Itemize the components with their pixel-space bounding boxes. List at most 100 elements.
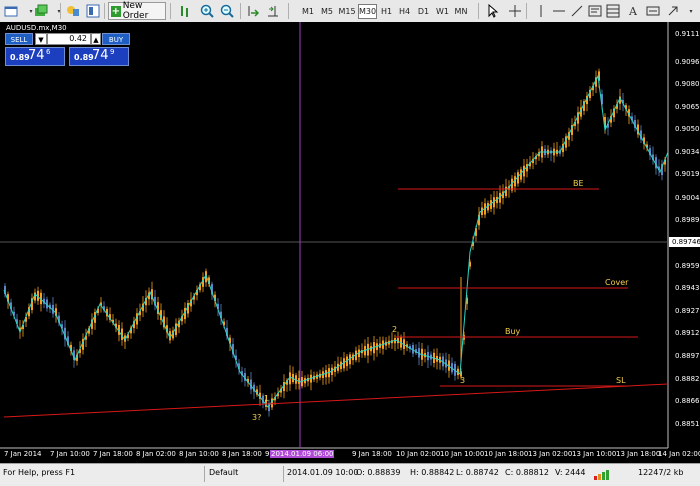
price-label: 0.90960 (675, 58, 700, 66)
profiles-icon[interactable] (32, 2, 50, 20)
support-trendline (3, 383, 669, 418)
price-label: 0.90040 (675, 194, 700, 202)
one-click-trading-panel: SELL ▼ 0.42 ▲ BUY 0.89 74 6 0.89 74 9 (5, 33, 130, 66)
price-label: 0.90195 (675, 170, 700, 178)
timeframe-h1[interactable]: H1 (378, 4, 395, 19)
wave-label-2: 2 (392, 325, 398, 334)
time-label: 9 Jan 18:00 (352, 450, 392, 458)
vertical-line-icon[interactable] (532, 2, 550, 20)
text-label-icon[interactable]: A (624, 2, 642, 20)
price-label: 0.89430 (675, 284, 700, 292)
timeframe-w1[interactable]: W1 (434, 4, 451, 19)
wave-label-3q: 3? (252, 413, 262, 422)
plus-icon: + (111, 5, 121, 17)
candlestick-chart[interactable] (0, 22, 700, 463)
toolbar-dropdown-icon[interactable]: ▾ (682, 2, 700, 20)
price-label: 0.91110 (675, 30, 700, 38)
lot-increase-button[interactable]: ▲ (91, 33, 101, 45)
chart-shift-icon[interactable] (264, 2, 282, 20)
help-text: For Help, press F1 (3, 468, 76, 477)
traffic-info: 12247/2 kb (638, 468, 684, 477)
bar-low: L: 0.88742 (456, 468, 499, 477)
buy-price-sup: 9 (110, 48, 115, 56)
price-label: 0.88970 (675, 352, 700, 360)
trendline-icon[interactable] (568, 2, 586, 20)
bar-open: O: 0.88839 (356, 468, 401, 477)
price-label: 0.90650 (675, 103, 700, 111)
lot-size-input[interactable]: 0.42 (47, 33, 91, 45)
cursor-icon[interactable] (484, 2, 502, 20)
time-label: 14 Jan 02:00 (658, 450, 700, 458)
price-label: 0.88820 (675, 375, 700, 383)
navigator-icon[interactable] (84, 2, 102, 20)
timeframe-mn[interactable]: MN (452, 4, 470, 19)
profile-name: Default (209, 468, 239, 477)
bar-volume: V: 2444 (555, 468, 586, 477)
time-label: 8 Jan 10:00 (179, 450, 219, 458)
bar-datetime: 2014.01.09 10:00 (287, 468, 359, 477)
price-label: 0.88515 (675, 420, 700, 428)
time-label: 10 Jan 10:00 (440, 450, 485, 458)
timeframe-m5[interactable]: M5 (318, 4, 336, 19)
time-label: 13 Jan 10:00 (572, 450, 617, 458)
sell-price-box[interactable]: 0.89 74 6 (5, 47, 65, 66)
time-label: 10 Jan 02:00 (396, 450, 441, 458)
price-label: 0.90500 (675, 125, 700, 133)
price-chart[interactable]: AUDUSD.mx,M30 SELL ▼ 0.42 ▲ BUY 0.89 74 … (0, 22, 700, 463)
bar-close: C: 0.88812 (505, 468, 549, 477)
buy-level-label: Buy (505, 327, 521, 336)
sell-price-big: 74 (28, 48, 45, 63)
price-label: 0.88665 (675, 397, 700, 405)
current-price-label: 0.89746 (669, 237, 700, 247)
zoom-in-icon[interactable] (198, 2, 216, 20)
price-label: 0.89125 (675, 329, 700, 337)
time-label: 13 Jan 02:00 (528, 450, 573, 458)
time-label: 7 Jan 10:00 (50, 450, 90, 458)
new-order-button[interactable]: + New Order (108, 1, 166, 21)
time-label: 7 Jan 18:00 (93, 450, 133, 458)
price-label: 0.90345 (675, 148, 700, 156)
zoom-out-icon[interactable] (218, 2, 236, 20)
fibonacci-icon[interactable] (604, 2, 622, 20)
label-icon[interactable] (644, 2, 662, 20)
timeframe-h4[interactable]: H4 (396, 4, 413, 19)
lot-decrease-button[interactable]: ▼ (35, 33, 47, 45)
wave-label-1: 1 (264, 394, 270, 403)
market-watch-icon[interactable] (64, 2, 82, 20)
auto-scroll-icon[interactable] (244, 2, 262, 20)
price-label: 0.89275 (675, 307, 700, 315)
connection-icon (594, 469, 610, 482)
bar-high: H: 0.88842 (410, 468, 455, 477)
time-label: 9 (265, 450, 270, 458)
text-tool-icon[interactable] (586, 2, 604, 20)
time-label: 7 Jan 2014 (4, 450, 42, 458)
horizontal-line-icon[interactable] (550, 2, 568, 20)
sell-button[interactable]: SELL (5, 33, 33, 45)
arrow-tool-icon[interactable] (664, 2, 682, 20)
timeframe-m1[interactable]: M1 (299, 4, 317, 19)
buy-button[interactable]: BUY (102, 33, 130, 45)
sell-price-small: 0.89 (10, 53, 30, 62)
be-level-label: BE (573, 179, 584, 188)
sl-level-label: SL (616, 376, 626, 385)
new-order-label: New Order (122, 1, 149, 21)
timeframe-m15[interactable]: M15 (337, 4, 357, 19)
time-label: 8 Jan 18:00 (222, 450, 262, 458)
chart-symbol-title: AUDUSD.mx,M30 (6, 24, 67, 32)
buy-price-small: 0.89 (74, 53, 94, 62)
bar-chart-icon[interactable] (176, 2, 194, 20)
time-label: 13 Jan 18:00 (616, 450, 661, 458)
buy-price-box[interactable]: 0.89 74 9 (69, 47, 129, 66)
time-label: 10 Jan 18:00 (484, 450, 529, 458)
new-chart-icon[interactable] (2, 2, 20, 20)
crosshair-time-label: 2014.01.09 06:00 (270, 450, 335, 458)
timeframe-d1[interactable]: D1 (415, 4, 432, 19)
timeframe-m30[interactable]: M30 (358, 4, 377, 19)
sell-price-sup: 6 (46, 48, 51, 56)
status-bar: For Help, press F1 Default 2014.01.09 10… (0, 463, 700, 486)
buy-price-big: 74 (92, 48, 109, 63)
time-label: 8 Jan 02:00 (136, 450, 176, 458)
price-label: 0.90805 (675, 80, 700, 88)
price-label: 0.89595 (675, 262, 700, 270)
crosshair-icon[interactable] (506, 2, 524, 20)
